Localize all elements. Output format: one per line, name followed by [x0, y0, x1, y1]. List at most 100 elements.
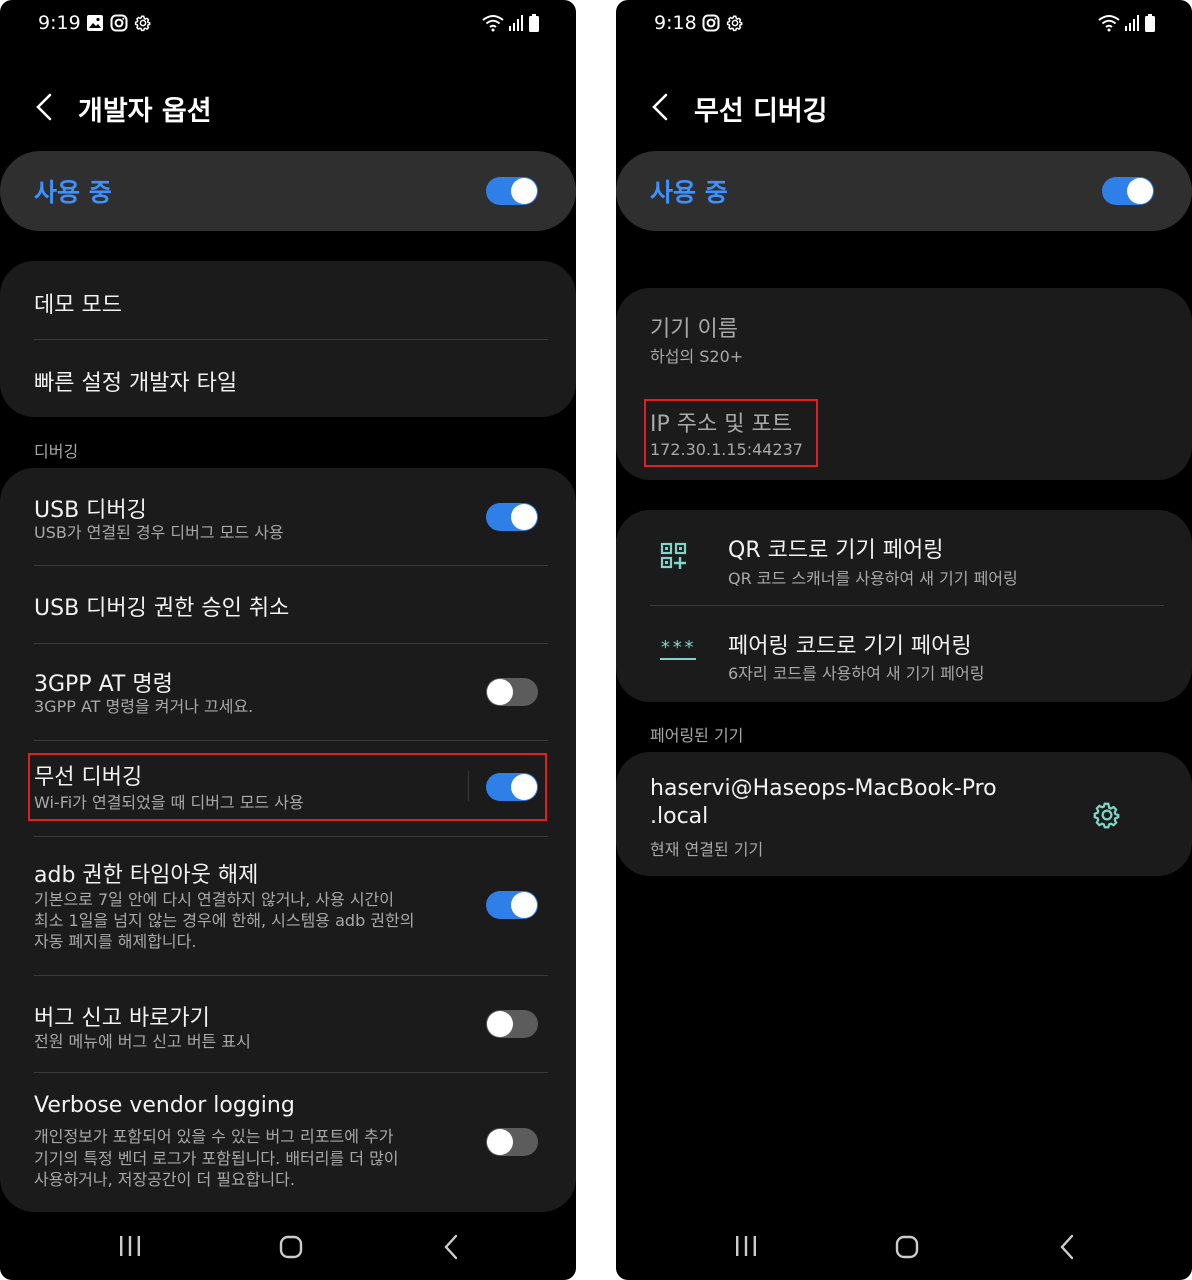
app-header: 개발자 옵션 — [0, 85, 576, 129]
status-time: 9:19 — [38, 12, 81, 34]
3gpp-at-toggle[interactable] — [486, 678, 538, 706]
item-title: 페어링 코드로 기기 페어링 — [728, 634, 972, 659]
item-title: 3GPP AT 명령 — [34, 672, 173, 697]
signal-icon — [1125, 15, 1139, 31]
home-icon[interactable] — [894, 1234, 920, 1260]
page-title: 개발자 옵션 — [78, 96, 212, 127]
settings-group-demo: 데모 모드 빠른 설정 개발자 타일 — [0, 261, 576, 417]
image-icon — [87, 15, 103, 31]
master-switch-label: 사용 중 — [34, 178, 112, 207]
item-summary: 3GPP AT 명령을 켜거나 끄세요. — [34, 697, 254, 716]
item-title: USB 디버깅 — [34, 498, 147, 523]
item-title: 데모 모드 — [34, 293, 122, 318]
item-summary: 전원 메뉴에 버그 신고 버튼 표시 — [34, 1032, 251, 1051]
device-name-label: 기기 이름 — [650, 317, 738, 342]
navigation-bar — [616, 1222, 1192, 1272]
back-nav-icon[interactable] — [440, 1234, 464, 1260]
signal-icon — [509, 15, 523, 31]
instagram-icon — [110, 14, 128, 32]
list-item-paired-device[interactable]: haservi@Haseops-MacBook-Pro .local 현재 연결… — [616, 752, 1192, 876]
back-arrow-icon[interactable] — [30, 91, 60, 123]
list-item-demo-mode[interactable]: 데모 모드 — [0, 261, 576, 339]
instagram-icon — [702, 14, 720, 32]
paired-devices-card: haservi@Haseops-MacBook-Pro .local 현재 연결… — [616, 752, 1192, 876]
qr-code-icon — [660, 542, 687, 569]
list-item-revoke-usb-auth[interactable]: USB 디버깅 권한 승인 취소 — [0, 566, 576, 643]
item-summary-line1: 기본으로 7일 안에 다시 연결하지 않거나, 사용 시간이 — [34, 890, 394, 909]
home-icon[interactable] — [278, 1234, 304, 1260]
password-dots-icon: *** — [660, 637, 696, 660]
toggle-knob — [487, 1011, 513, 1037]
toggle-knob — [487, 1129, 513, 1155]
notification-icons — [702, 14, 744, 32]
toggle-knob — [511, 892, 537, 918]
back-arrow-icon[interactable] — [646, 91, 676, 123]
item-title: USB 디버깅 권한 승인 취소 — [34, 596, 290, 621]
system-status-icons — [1098, 14, 1156, 32]
status-bar: 9:19 — [0, 10, 576, 38]
usb-debugging-toggle[interactable] — [486, 503, 538, 531]
list-item-verbose-vendor-logging[interactable]: Verbose vendor logging 개인정보가 포함되어 있을 수 있… — [0, 1073, 576, 1212]
system-status-icons — [482, 14, 540, 32]
item-title: adb 권한 타임아웃 해제 — [34, 863, 259, 888]
gear-icon[interactable] — [1092, 800, 1122, 830]
notification-icons — [86, 14, 152, 32]
item-summary: USB가 연결된 경우 디버그 모드 사용 — [34, 523, 284, 542]
pairing-options-card: QR 코드로 기기 페어링 QR 코드 스캐너를 사용하여 새 기기 페어링 *… — [616, 510, 1192, 702]
master-switch-row[interactable]: 사용 중 — [616, 151, 1192, 231]
settings-group-debugging: USB 디버깅 USB가 연결된 경우 디버그 모드 사용 USB 디버깅 권한… — [0, 468, 576, 1212]
list-item-3gpp-at[interactable]: 3GPP AT 명령 3GPP AT 명령을 켜거나 끄세요. — [0, 644, 576, 740]
developer-options-screen: 9:19 개발자 옵션 사용 중 데모 모드 빠른 설정 개발자 타일 디버깅 — [0, 0, 576, 1280]
gear-icon — [726, 15, 743, 32]
item-title: Verbose vendor logging — [34, 1093, 295, 1118]
list-item-bug-report-shortcut[interactable]: 버그 신고 바로가기 전원 메뉴에 버그 신고 버튼 표시 — [0, 976, 576, 1072]
bug-report-toggle[interactable] — [486, 1010, 538, 1038]
navigation-bar — [0, 1222, 576, 1272]
wireless-debugging-screen: 9:18 무선 디버깅 사용 중 기기 이름 하섭의 S20+ IP 주소 및 … — [616, 0, 1192, 1280]
adb-timeout-toggle[interactable] — [486, 891, 538, 919]
item-title: 버그 신고 바로가기 — [34, 1006, 210, 1031]
list-item-adb-timeout[interactable]: adb 권한 타임아웃 해제 기본으로 7일 안에 다시 연결하지 않거나, 사… — [0, 837, 576, 975]
battery-icon — [529, 14, 539, 32]
list-item-device-name[interactable]: 기기 이름 하섭의 S20+ — [616, 288, 1192, 384]
back-nav-icon[interactable] — [1056, 1234, 1080, 1260]
item-summary-line2: 기기의 특정 벤더 로그가 포함됩니다. 배터리를 더 많이 — [34, 1149, 399, 1168]
battery-icon — [1145, 14, 1155, 32]
section-header-debugging: 디버깅 — [34, 442, 79, 461]
list-item-pair-qr[interactable]: QR 코드로 기기 페어링 QR 코드 스캐너를 사용하여 새 기기 페어링 — [616, 510, 1192, 605]
list-item-usb-debugging[interactable]: USB 디버깅 USB가 연결된 경우 디버그 모드 사용 — [0, 468, 576, 565]
verbose-logging-toggle[interactable] — [486, 1128, 538, 1156]
list-item-pair-code[interactable]: *** 페어링 코드로 기기 페어링 6자리 코드를 사용하여 새 기기 페어링 — [616, 606, 1192, 702]
annotation-highlight-wireless-debugging — [28, 753, 547, 821]
list-item-quick-settings-tiles[interactable]: 빠른 설정 개발자 타일 — [0, 339, 576, 417]
paired-device-name-line2: .local — [650, 804, 709, 829]
master-toggle[interactable] — [486, 177, 538, 205]
master-switch-row[interactable]: 사용 중 — [0, 151, 576, 231]
toggle-knob — [511, 178, 537, 204]
annotation-highlight-ip-port — [644, 399, 818, 467]
status-time: 9:18 — [654, 12, 697, 34]
item-summary-line2: 최소 1일을 넘지 않는 경우에 한해, 시스템용 adb 권한의 — [34, 911, 415, 930]
toggle-knob — [1127, 178, 1153, 204]
status-bar: 9:18 — [616, 10, 1192, 38]
app-header: 무선 디버깅 — [616, 85, 1192, 129]
toggle-knob — [511, 504, 537, 530]
gear-icon — [134, 15, 151, 32]
master-toggle[interactable] — [1102, 177, 1154, 205]
wifi-icon — [1098, 15, 1120, 32]
item-summary: 6자리 코드를 사용하여 새 기기 페어링 — [728, 664, 985, 683]
section-header-paired-devices: 페어링된 기기 — [650, 726, 744, 745]
item-summary-line3: 사용하거나, 저장공간이 더 필요합니다. — [34, 1170, 295, 1189]
recent-apps-icon[interactable] — [734, 1234, 758, 1258]
page-title: 무선 디버깅 — [694, 96, 828, 127]
item-summary-line1: 개인정보가 포함되어 있을 수 있는 버그 리포트에 추가 — [34, 1127, 394, 1146]
master-switch-label: 사용 중 — [650, 178, 728, 207]
device-name-value: 하섭의 S20+ — [650, 347, 744, 366]
item-title: 빠른 설정 개발자 타일 — [34, 371, 238, 396]
wifi-icon — [482, 15, 504, 32]
item-title: QR 코드로 기기 페어링 — [728, 538, 944, 563]
toggle-knob — [487, 679, 513, 705]
item-summary-line3: 자동 폐지를 해제합니다. — [34, 932, 197, 951]
recent-apps-icon[interactable] — [118, 1234, 142, 1258]
paired-device-status: 현재 연결된 기기 — [650, 840, 764, 859]
